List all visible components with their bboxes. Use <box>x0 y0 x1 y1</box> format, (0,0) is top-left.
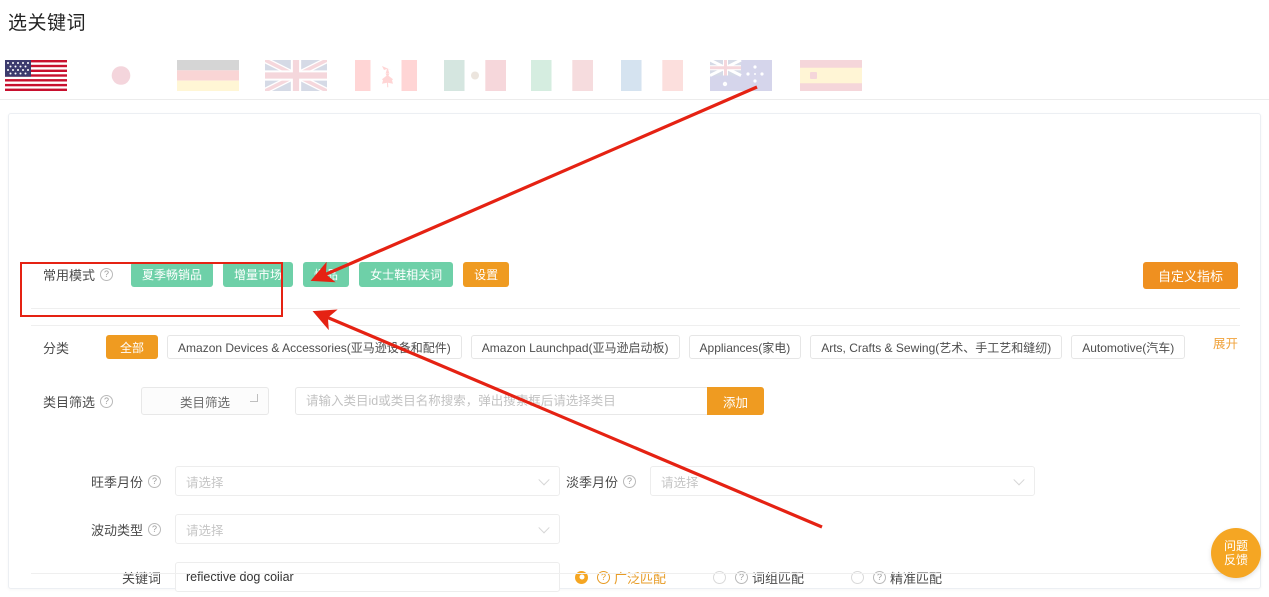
category-search-input[interactable] <box>295 387 708 415</box>
divider-3 <box>31 573 1240 574</box>
match-option-broad[interactable]: ? 广泛匹配 <box>575 568 666 587</box>
category-tag-all[interactable]: 全部 <box>106 335 159 359</box>
fluctuation-value: 请选择 <box>186 523 224 538</box>
common-mode-label: 常用模式 <box>43 268 96 283</box>
category-filter-select[interactable]: 类目筛选 <box>141 387 270 415</box>
fluctuation-label-text: 波动类型 <box>90 522 143 538</box>
help-icon[interactable]: ? <box>100 394 114 408</box>
chevron-down-icon <box>250 394 259 402</box>
match-type-radio-group: ? 广泛匹配 ? 词组匹配 ? 精准匹配 <box>575 568 989 587</box>
divider-2 <box>31 325 1240 326</box>
match-option-exact[interactable]: ? 精准匹配 <box>851 568 942 587</box>
off-month-label-text: 淡季月份 <box>565 474 618 490</box>
feedback-line-2: 反馈 <box>1223 553 1248 567</box>
flag-united-kingdom[interactable] <box>265 60 327 91</box>
flag-spain[interactable] <box>800 60 862 91</box>
category-tag-1[interactable]: Amazon Launchpad(亚马逊启动板) <box>470 335 680 359</box>
fluctuation-row: 波动类型 ? 请选择 <box>67 514 560 544</box>
category-filter-label: 类目筛选 <box>43 394 96 410</box>
marketplace-flag-strip <box>0 52 1269 100</box>
flag-germany[interactable] <box>177 60 239 91</box>
help-icon[interactable]: ? <box>623 474 636 488</box>
mode-settings-button[interactable]: 设置 <box>463 262 510 287</box>
help-icon[interactable]: ? <box>148 474 161 488</box>
flag-france[interactable] <box>621 60 683 91</box>
peak-month-row: 旺季月份 ? 请选择 <box>67 466 560 496</box>
flag-united-states[interactable] <box>5 60 67 91</box>
off-month-row: 淡季月份 ? 请选择 <box>542 466 1035 496</box>
filter-card: 常用模式 ? 夏季畅销品 增量市场 爆品 女士鞋相关词 设置 自定义指标 分类 … <box>8 113 1261 592</box>
peak-month-label: 旺季月份 ? <box>67 472 161 491</box>
page-root: 选关键词 常用模式 ? 夏季畅销品 增量市场 爆品 女士鞋相关词 设置 自定义指… <box>0 0 1269 597</box>
category-expand-link[interactable]: 展开 <box>1213 333 1238 352</box>
match-option-exact-text: 精准匹配 <box>890 570 943 586</box>
keyword-label: 关键词 <box>121 570 161 586</box>
mode-pill-1[interactable]: 增量市场 <box>223 262 294 287</box>
category-tag-4[interactable]: Automotive(汽车) <box>1071 335 1186 359</box>
match-option-phrase-text: 词组匹配 <box>752 570 805 586</box>
category-tag-0[interactable]: Amazon Devices & Accessories(亚马逊设备和配件) <box>167 335 462 359</box>
keyword-input[interactable] <box>175 562 560 592</box>
category-tag-3[interactable]: Arts, Crafts & Sewing(艺术、手工艺和缝纫) <box>810 335 1063 359</box>
fluctuation-select[interactable]: 请选择 <box>175 514 560 544</box>
mode-pill-3[interactable]: 女士鞋相关词 <box>359 262 454 287</box>
peak-month-label-text: 旺季月份 <box>90 474 143 490</box>
feedback-button[interactable]: 问题 反馈 <box>1211 528 1261 578</box>
peak-month-select[interactable]: 请选择 <box>175 466 560 496</box>
category-filter-row: 类目筛选 ? 类目筛选 添加 <box>43 387 765 415</box>
fluctuation-label: 波动类型 ? <box>67 520 161 539</box>
flag-mexico[interactable] <box>444 60 506 91</box>
mode-pill-2[interactable]: 爆品 <box>303 262 350 287</box>
off-month-value: 请选择 <box>661 475 699 490</box>
mode-pill-0[interactable]: 夏季畅销品 <box>131 262 214 287</box>
chevron-down-icon <box>538 522 550 534</box>
match-option-exact-label: ? 精准匹配 <box>873 568 942 587</box>
match-option-phrase[interactable]: ? 词组匹配 <box>713 568 804 587</box>
page-title: 选关键词 <box>8 13 87 34</box>
common-mode-row: 常用模式 ? 夏季畅销品 增量市场 爆品 女士鞋相关词 设置 <box>43 262 519 287</box>
flag-australia[interactable] <box>710 60 772 91</box>
help-icon[interactable]: ? <box>100 268 114 281</box>
category-tag-2[interactable]: Appliances(家电) <box>688 335 802 359</box>
category-filter-select-value: 类目筛选 <box>180 395 231 410</box>
match-option-broad-label: ? 广泛匹配 <box>597 568 666 587</box>
flag-japan[interactable] <box>90 60 152 91</box>
feedback-line-1: 问题 <box>1223 538 1248 553</box>
peak-month-value: 请选择 <box>186 475 224 490</box>
off-month-label: 淡季月份 ? <box>542 472 636 491</box>
off-month-select[interactable]: 请选择 <box>650 466 1035 496</box>
category-add-button[interactable]: 添加 <box>707 387 765 415</box>
custom-metric-button[interactable]: 自定义指标 <box>1142 262 1238 289</box>
divider-1 <box>31 308 1240 309</box>
flag-italy[interactable] <box>531 60 593 91</box>
match-option-broad-text: 广泛匹配 <box>614 570 667 586</box>
match-option-phrase-label: ? 词组匹配 <box>735 568 804 587</box>
category-row: 分类 全部 Amazon Devices & Accessories(亚马逊设备… <box>43 335 1194 359</box>
help-icon[interactable]: ? <box>148 522 161 536</box>
flag-canada[interactable] <box>355 60 417 91</box>
keyword-row: 关键词 ? 广泛匹配 ? 词组匹配 <box>67 562 989 592</box>
category-label: 分类 <box>43 340 70 356</box>
chevron-down-icon <box>1013 474 1025 486</box>
